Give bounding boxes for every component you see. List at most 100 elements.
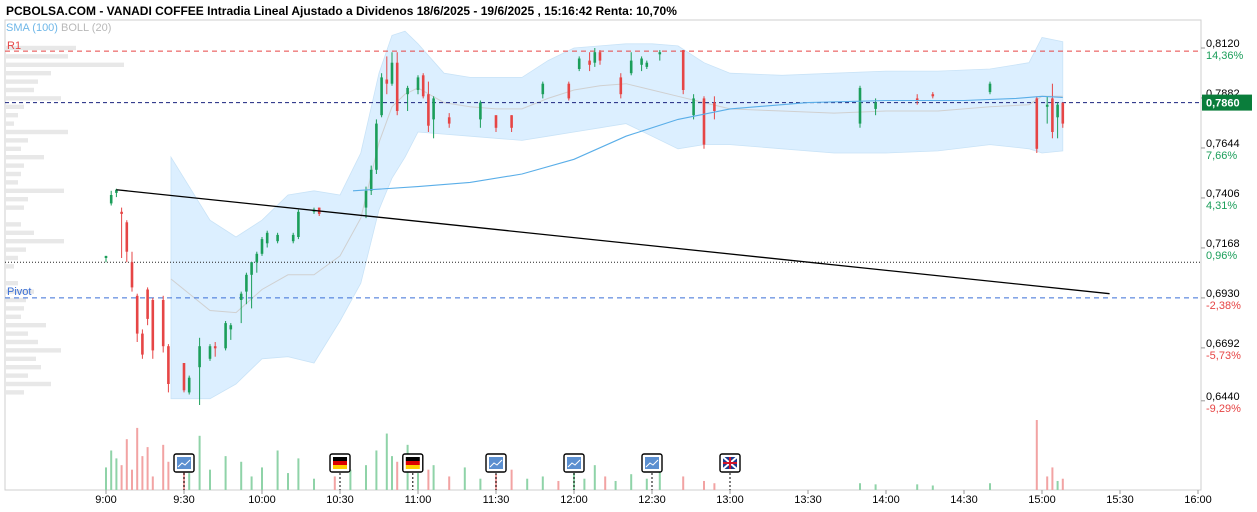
- volume-bar: [703, 480, 705, 490]
- candle-body: [858, 87, 862, 124]
- volume-bar: [333, 476, 336, 490]
- volume-bar: [510, 469, 513, 490]
- x-tick-label: 10:00: [248, 494, 276, 506]
- volume-bar: [583, 478, 586, 490]
- volume-profile-bar: [6, 365, 41, 370]
- candle-body: [380, 77, 383, 116]
- volume-bar: [614, 480, 617, 490]
- candle-body: [988, 83, 992, 93]
- volume-bar: [297, 458, 300, 490]
- volume-bar: [682, 476, 685, 490]
- candle-body: [198, 346, 201, 368]
- volume-bar: [105, 467, 107, 490]
- volume-bar: [385, 433, 388, 490]
- y-tick-label: 0,7644: [1206, 138, 1240, 150]
- x-tick-label: 10:30: [326, 494, 354, 506]
- volume-bar: [240, 461, 243, 490]
- volume-profile-bar: [6, 163, 24, 168]
- x-tick-label: 11:30: [483, 494, 510, 506]
- x-tick-label: 16:00: [1184, 494, 1212, 506]
- candle-body: [109, 195, 113, 204]
- x-tick-label: 12:30: [638, 494, 666, 506]
- volume-bar: [432, 465, 435, 490]
- volume-profile-bar: [6, 62, 124, 67]
- x-tick-label: 12:00: [560, 494, 588, 506]
- candle-body: [369, 169, 373, 191]
- indicator-legend[interactable]: SMA (100) BOLL (20): [6, 22, 111, 34]
- volume-bar: [365, 465, 367, 490]
- candle-body: [427, 94, 430, 126]
- y-tick-pct-label: -9,29%: [1206, 403, 1241, 415]
- news-icon: [567, 457, 581, 469]
- candle-body: [541, 83, 545, 95]
- volume-bar: [859, 483, 861, 490]
- volume-bar: [645, 478, 648, 490]
- volume-bar: [141, 456, 144, 490]
- candle-body: [276, 234, 279, 242]
- volume-profile-bar: [6, 104, 24, 109]
- volume-profile-bar: [6, 171, 21, 177]
- legend-boll[interactable]: BOLL (20): [61, 22, 111, 34]
- volume-profile-bar: [6, 356, 36, 361]
- volume-bar: [276, 450, 279, 490]
- news-icon: [489, 457, 503, 469]
- legend-sma[interactable]: SMA (100): [6, 22, 58, 34]
- candle-body: [182, 363, 186, 391]
- volume-bar: [250, 476, 253, 490]
- volume-bar: [131, 469, 133, 490]
- volume-bar: [261, 467, 263, 490]
- candle-body: [874, 102, 877, 109]
- volume-bar: [604, 476, 607, 490]
- candle-body: [265, 232, 269, 244]
- volume-bar: [146, 447, 149, 490]
- x-tick-label: 14:30: [950, 494, 978, 506]
- candle-body: [681, 50, 685, 90]
- x-tick-label: 9:30: [173, 494, 194, 506]
- flag-de-icon: [405, 457, 420, 461]
- volume-profile-bar: [6, 96, 61, 101]
- volume-bar: [188, 473, 191, 490]
- candle-body: [1045, 104, 1049, 107]
- y-tick-pct-label: 0,96%: [1206, 250, 1237, 262]
- volume-bar: [658, 469, 661, 490]
- candle-body: [588, 60, 591, 65]
- candle-body: [567, 83, 571, 99]
- y-tick-label: 0,6440: [1206, 391, 1240, 403]
- candle-body: [658, 52, 662, 55]
- volume-bar: [287, 473, 289, 490]
- candle-body: [593, 52, 597, 63]
- candle-body: [1035, 98, 1039, 149]
- candle-body: [385, 79, 389, 84]
- volume-profile-bar: [6, 331, 28, 336]
- candle-body: [239, 293, 243, 300]
- candle-body: [245, 274, 248, 292]
- volume-bar: [375, 450, 378, 490]
- volume-profile-bar: [6, 113, 18, 118]
- candle-body: [619, 77, 623, 95]
- candle-body: [598, 52, 602, 61]
- candle-body: [479, 102, 482, 120]
- candle-body: [390, 62, 394, 84]
- y-tick-label: 0,8120: [1206, 38, 1240, 50]
- news-icon: [177, 457, 191, 469]
- y-tick-pct-label: 4,31%: [1206, 200, 1237, 212]
- volume-profile-bar: [6, 54, 68, 59]
- candle-body: [104, 255, 108, 258]
- candle-body: [510, 115, 513, 128]
- candle-body: [146, 289, 149, 319]
- candle-body: [151, 300, 155, 351]
- candle-body: [447, 117, 451, 124]
- volume-profile-bar: [6, 264, 14, 269]
- y-axis: 0,812014,36%0,78820,76447,66%0,74064,31%…: [1201, 38, 1252, 415]
- candle-body: [250, 262, 253, 275]
- price-chart[interactable]: R1Pivot 0,812014,36%0,78820,76447,66%0,7…: [0, 0, 1257, 512]
- volume-profile-bar: [6, 129, 68, 135]
- y-tick-label: 0,7406: [1206, 188, 1240, 200]
- x-axis: 9:00 9:30 10:00 10:30 11:00 11:30 12:00 12:30 13…: [95, 490, 1212, 506]
- last-price-label: 0,7860: [1206, 98, 1240, 110]
- candle-body: [931, 94, 935, 97]
- candle-body: [187, 377, 191, 393]
- volume-profile-bar: [6, 71, 51, 76]
- candle-body: [406, 87, 409, 95]
- volume-bar: [541, 476, 544, 490]
